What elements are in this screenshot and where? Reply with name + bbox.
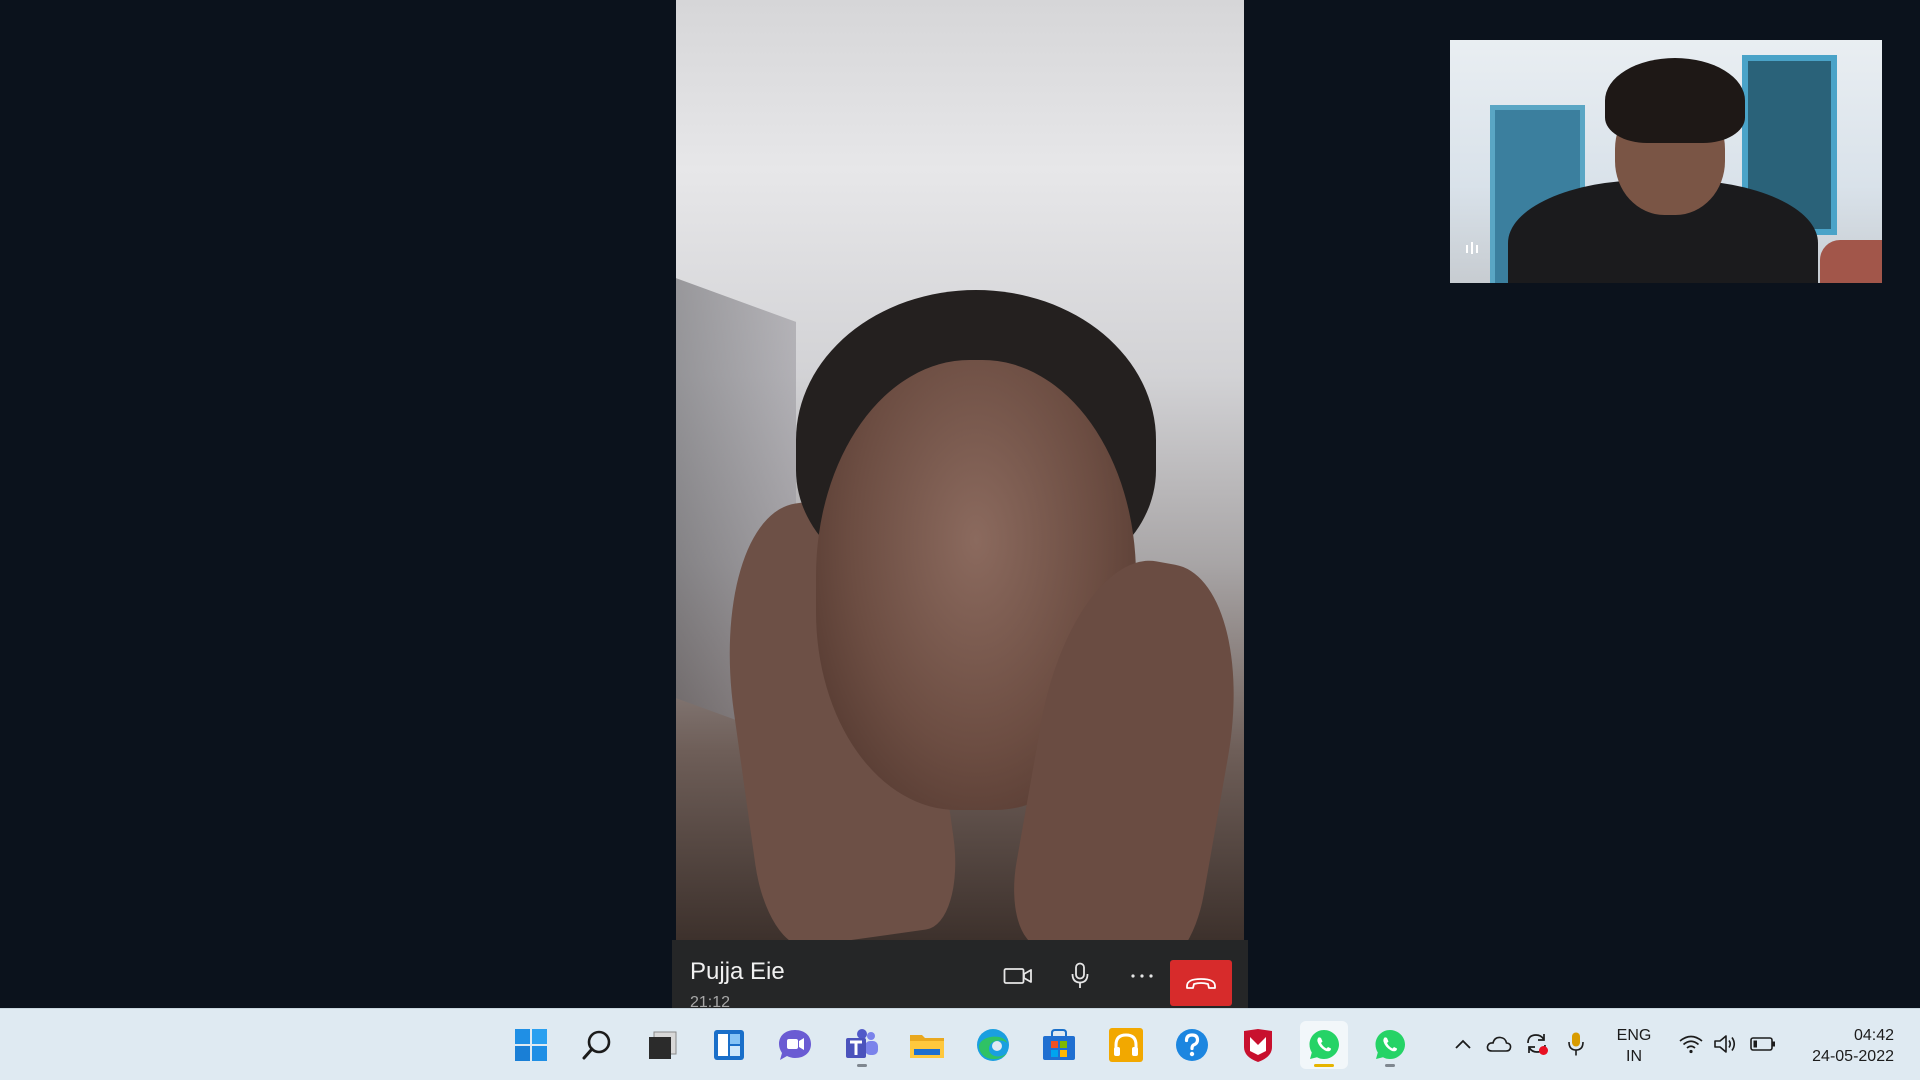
sync-button[interactable] <box>1524 1031 1550 1057</box>
chevron-up-icon <box>1455 1039 1471 1049</box>
clock-time: 04:42 <box>1853 1027 1894 1044</box>
language-code: ENG <box>1616 1027 1652 1044</box>
teams-button[interactable] <box>838 1021 886 1069</box>
battery-button[interactable] <box>1750 1031 1776 1057</box>
windows-start-icon <box>515 1029 547 1061</box>
widgets-button[interactable] <box>705 1021 753 1069</box>
get-help-icon <box>1176 1029 1208 1061</box>
teams-icon <box>846 1029 878 1058</box>
running-indicator <box>1385 1064 1395 1067</box>
clock[interactable]: 04:42 24-05-2022 <box>1790 1025 1894 1067</box>
microphone-in-use-button[interactable] <box>1563 1031 1589 1057</box>
task-view-button[interactable] <box>638 1021 686 1069</box>
microsoft-store-icon <box>1043 1029 1075 1060</box>
whatsapp-button-active[interactable] <box>1300 1021 1348 1069</box>
onedrive-button[interactable] <box>1486 1031 1512 1057</box>
remote-video <box>676 0 1244 940</box>
whatsapp-button[interactable] <box>1366 1021 1414 1069</box>
clock-date: 24-05-2022 <box>1812 1048 1894 1065</box>
file-explorer-icon <box>910 1035 944 1058</box>
caller-name: Pujja Eie <box>690 958 785 985</box>
audible-button[interactable] <box>1102 1021 1150 1069</box>
search-button[interactable] <box>573 1021 621 1069</box>
toggle-video-button[interactable] <box>998 956 1038 996</box>
running-indicator <box>857 1064 867 1067</box>
mcafee-icon <box>1244 1029 1272 1062</box>
sync-icon <box>1527 1034 1548 1055</box>
bed <box>1820 240 1882 283</box>
edge-icon <box>977 1029 1009 1061</box>
microphone-in-use-icon <box>1568 1032 1584 1056</box>
onedrive-cloud-icon <box>1486 1036 1512 1052</box>
chat-button[interactable] <box>771 1021 819 1069</box>
region-code: IN <box>1626 1048 1642 1065</box>
mcafee-button[interactable] <box>1234 1021 1282 1069</box>
end-call-icon <box>1186 978 1216 989</box>
volume-button[interactable] <box>1713 1031 1739 1057</box>
end-call-button[interactable] <box>1170 960 1232 1006</box>
chat-icon <box>779 1030 811 1060</box>
edge-button[interactable] <box>969 1021 1017 1069</box>
volume-icon <box>1714 1035 1736 1053</box>
whatsapp-icon <box>1375 1030 1405 1059</box>
more-options-button[interactable] <box>1122 956 1162 996</box>
call-control-bar: Pujja Eie 21:12 <box>672 940 1248 1011</box>
person-hair <box>1605 58 1745 143</box>
file-explorer-button[interactable] <box>903 1021 951 1069</box>
battery-icon <box>1750 1037 1775 1051</box>
get-help-button[interactable] <box>1168 1021 1216 1069</box>
show-hidden-icons-button[interactable] <box>1450 1031 1476 1057</box>
more-options-icon <box>1131 974 1153 978</box>
widgets-icon <box>714 1030 744 1060</box>
microsoft-store-button[interactable] <box>1035 1021 1083 1069</box>
audible-icon <box>1109 1028 1143 1062</box>
start-button[interactable] <box>507 1021 555 1069</box>
taskbar: ENG IN 04:42 24-05-2022 <box>0 1008 1920 1080</box>
wifi-icon <box>1679 1035 1703 1054</box>
self-preview-video <box>1450 40 1882 283</box>
network-button[interactable] <box>1678 1031 1704 1057</box>
search-icon <box>582 1030 611 1060</box>
video-camera-icon <box>1003 968 1032 984</box>
input-language-indicator[interactable]: ENG IN <box>1614 1025 1654 1067</box>
microphone-icon <box>1071 962 1089 988</box>
active-indicator <box>1314 1064 1334 1067</box>
toggle-mic-button[interactable] <box>1060 956 1100 996</box>
whatsapp-icon <box>1309 1030 1339 1059</box>
task-view-icon <box>649 1031 677 1059</box>
audio-level-icon <box>1466 242 1478 254</box>
